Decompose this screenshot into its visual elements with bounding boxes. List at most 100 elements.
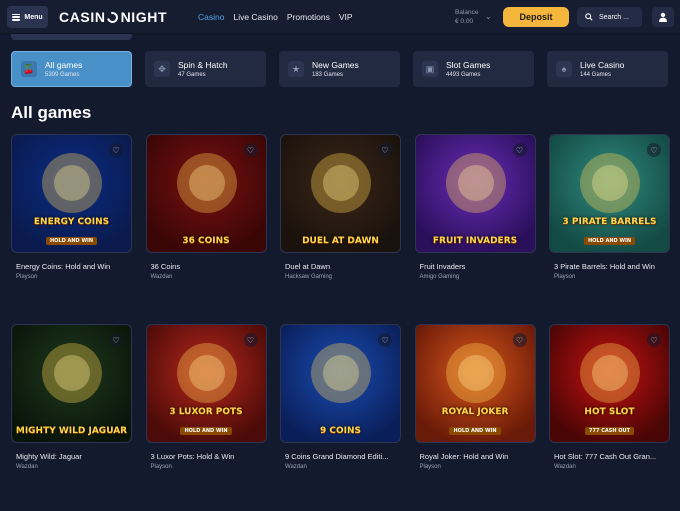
game-thumbnail[interactable]: DUEL AT DAWN ♡ bbox=[280, 134, 401, 253]
art-title-text: DUEL AT DAWN bbox=[302, 236, 379, 246]
category-count: 4493 Games bbox=[446, 71, 481, 78]
scroll-strip bbox=[11, 34, 132, 40]
game-thumbnail[interactable]: HOT SLOT 777 CASH OUT ♡ bbox=[549, 324, 670, 443]
menu-label: Menu bbox=[24, 13, 43, 21]
category-new-games[interactable]: ★ New Games 183 Games bbox=[279, 51, 400, 87]
game-provider: Playson bbox=[150, 464, 172, 470]
art-subtitle-text: HOLD AND WIN bbox=[45, 237, 98, 245]
game-title[interactable]: Mighty Wild: Jaguar bbox=[16, 452, 132, 461]
art-title-text: ROYAL JOKER bbox=[441, 407, 509, 417]
search-button[interactable]: Search ... bbox=[577, 7, 642, 27]
game-title[interactable]: Duel at Dawn bbox=[285, 262, 401, 271]
art-subtitle-text: HOLD AND WIN bbox=[449, 427, 501, 435]
game-title[interactable]: Royal Joker: Hold and Win bbox=[420, 452, 536, 461]
cherry-icon: 🍒 bbox=[21, 61, 37, 77]
deposit-button[interactable]: Deposit bbox=[503, 7, 569, 27]
game-card[interactable]: 3 PIRATE BARRELS HOLD AND WIN ♡ 3 Pirate Ba… bbox=[549, 134, 670, 324]
game-title[interactable]: Fruit Invaders bbox=[420, 262, 536, 271]
moon-icon bbox=[104, 9, 120, 25]
game-title[interactable]: 9 Coins Grand Diamond Editi... bbox=[285, 452, 401, 461]
user-button[interactable] bbox=[652, 7, 674, 27]
slot-machine-icon: ▣ bbox=[422, 61, 438, 77]
art-subtitle-text: 777 CASH OUT bbox=[585, 427, 634, 435]
game-thumbnail[interactable]: 3 PIRATE BARRELS HOLD AND WIN ♡ bbox=[549, 134, 670, 253]
user-icon bbox=[659, 12, 667, 22]
game-provider: Wazdan bbox=[16, 464, 38, 470]
game-title[interactable]: 36 Coins bbox=[151, 262, 267, 271]
game-art-title: HOT SLOT 777 CASH OUT bbox=[550, 407, 669, 436]
search-icon bbox=[585, 13, 593, 21]
game-card[interactable]: 9 COINS ♡ 9 Coins Grand Diamond Editi... Wa… bbox=[280, 324, 401, 511]
cards-icon: ♠ bbox=[556, 61, 572, 77]
art-title-text: HOT SLOT bbox=[584, 407, 635, 417]
menu-button[interactable]: Menu bbox=[7, 6, 48, 28]
category-name: New Games bbox=[312, 59, 359, 70]
category-count: 5309 Games bbox=[45, 71, 80, 78]
game-art-title: DUEL AT DAWN bbox=[281, 236, 400, 246]
game-art-title: FRUIT INVADERS bbox=[416, 236, 535, 246]
game-card[interactable]: 3 LUXOR POTS HOLD AND WIN ♡ 3 Luxor Pots: H… bbox=[145, 324, 267, 511]
favorite-heart-icon[interactable]: ♡ bbox=[109, 333, 123, 347]
game-thumbnail[interactable]: FRUIT INVADERS ♡ bbox=[414, 134, 536, 253]
game-thumbnail[interactable]: MIGHTY WILD JAGUAR ♡ bbox=[11, 324, 132, 443]
game-title[interactable]: 3 Pirate Barrels: Hold and Win bbox=[554, 262, 670, 271]
game-card[interactable]: 36 COINS ♡ 36 Coins Wazdan bbox=[145, 134, 267, 324]
game-title[interactable]: 3 Luxor Pots: Hold & Win bbox=[151, 452, 267, 461]
art-title-text: 36 COINS bbox=[182, 236, 230, 246]
casino-night-logo[interactable]: CASIN NIGHT bbox=[59, 9, 167, 25]
art-subtitle-text: HOLD AND WIN bbox=[583, 237, 636, 245]
game-provider: Wazdan bbox=[554, 464, 576, 470]
game-title[interactable]: Energy Coins: Hold and Win bbox=[16, 262, 132, 271]
favorite-heart-icon[interactable]: ♡ bbox=[512, 143, 527, 157]
category-all-games[interactable]: 🍒 All games 5309 Games bbox=[11, 51, 132, 87]
art-title-text: 9 COINS bbox=[319, 426, 361, 436]
game-provider: Playson bbox=[16, 274, 38, 280]
category-name: Live Casino bbox=[580, 59, 625, 70]
balance-widget[interactable]: Balance € 0.00 ⌄ bbox=[455, 8, 492, 26]
favorite-heart-icon[interactable]: ♡ bbox=[243, 143, 258, 157]
main-nav: Casino Live Casino Promotions VIP bbox=[198, 12, 353, 22]
nav-vip[interactable]: VIP bbox=[339, 12, 353, 22]
game-card[interactable]: DUEL AT DAWN ♡ Duel at Dawn Hacksaw Gaming bbox=[280, 134, 401, 324]
nav-live-casino[interactable]: Live Casino bbox=[233, 12, 277, 22]
favorite-heart-icon[interactable]: ♡ bbox=[243, 333, 258, 347]
game-title[interactable]: Hot Slot: 777 Cash Out Gran... bbox=[554, 452, 670, 461]
game-provider: Amigo Gaming bbox=[419, 274, 460, 280]
category-tabs: 🍒 All games 5309 Games ✥ Spin & Hatch 47… bbox=[11, 51, 668, 87]
favorite-heart-icon[interactable]: ♡ bbox=[378, 333, 392, 347]
game-provider: Hacksaw Gaming bbox=[285, 274, 333, 280]
chevron-down-icon: ⌄ bbox=[485, 12, 492, 21]
games-grid: ENERGY COINS HOLD AND WIN ♡ Energy Coins: H… bbox=[11, 134, 671, 511]
game-card[interactable]: FRUIT INVADERS ♡ Fruit Invaders Amigo Gamin… bbox=[414, 134, 536, 324]
art-title-text: 3 PIRATE BARRELS bbox=[562, 217, 657, 227]
game-art-title: ENERGY COINS HOLD AND WIN bbox=[12, 217, 131, 246]
game-art-title: 3 PIRATE BARRELS HOLD AND WIN bbox=[550, 217, 669, 246]
game-art-title: 9 COINS bbox=[281, 426, 400, 436]
nav-casino[interactable]: Casino bbox=[198, 12, 224, 22]
category-slot-games[interactable]: ▣ Slot Games 4493 Games bbox=[413, 51, 534, 87]
favorite-heart-icon[interactable]: ♡ bbox=[647, 333, 661, 347]
star-icon: ★ bbox=[288, 61, 304, 77]
game-card[interactable]: ENERGY COINS HOLD AND WIN ♡ Energy Coins: H… bbox=[11, 134, 132, 324]
nav-promotions[interactable]: Promotions bbox=[287, 12, 330, 22]
game-card[interactable]: MIGHTY WILD JAGUAR ♡ Mighty Wild: Jaguar Wa… bbox=[11, 324, 132, 511]
favorite-heart-icon[interactable]: ♡ bbox=[109, 143, 123, 157]
game-provider: Wazdan bbox=[150, 274, 173, 280]
section-title: All games bbox=[11, 103, 92, 122]
category-live-casino[interactable]: ♠ Live Casino 144 Games bbox=[547, 51, 668, 87]
puzzle-icon: ✥ bbox=[154, 61, 170, 77]
game-card[interactable]: ROYAL JOKER HOLD AND WIN ♡ Royal Joker: Hol… bbox=[414, 324, 536, 511]
favorite-heart-icon[interactable]: ♡ bbox=[512, 333, 527, 347]
game-thumbnail[interactable]: ROYAL JOKER HOLD AND WIN ♡ bbox=[414, 324, 536, 443]
game-art-title: MIGHTY WILD JAGUAR bbox=[12, 426, 131, 436]
balance-value: € 0.00 bbox=[455, 18, 474, 25]
category-name: All games bbox=[45, 59, 83, 70]
game-card[interactable]: HOT SLOT 777 CASH OUT ♡ Hot Slot: 777 Cash … bbox=[549, 324, 670, 511]
game-thumbnail[interactable]: ENERGY COINS HOLD AND WIN ♡ bbox=[11, 134, 132, 253]
category-spin-hatch[interactable]: ✥ Spin & Hatch 47 Games bbox=[145, 51, 266, 87]
game-thumbnail[interactable]: 9 COINS ♡ bbox=[280, 324, 401, 443]
game-thumbnail[interactable]: 36 COINS ♡ bbox=[145, 134, 267, 253]
favorite-heart-icon[interactable]: ♡ bbox=[647, 143, 661, 157]
game-thumbnail[interactable]: 3 LUXOR POTS HOLD AND WIN ♡ bbox=[145, 324, 267, 443]
favorite-heart-icon[interactable]: ♡ bbox=[378, 143, 392, 157]
